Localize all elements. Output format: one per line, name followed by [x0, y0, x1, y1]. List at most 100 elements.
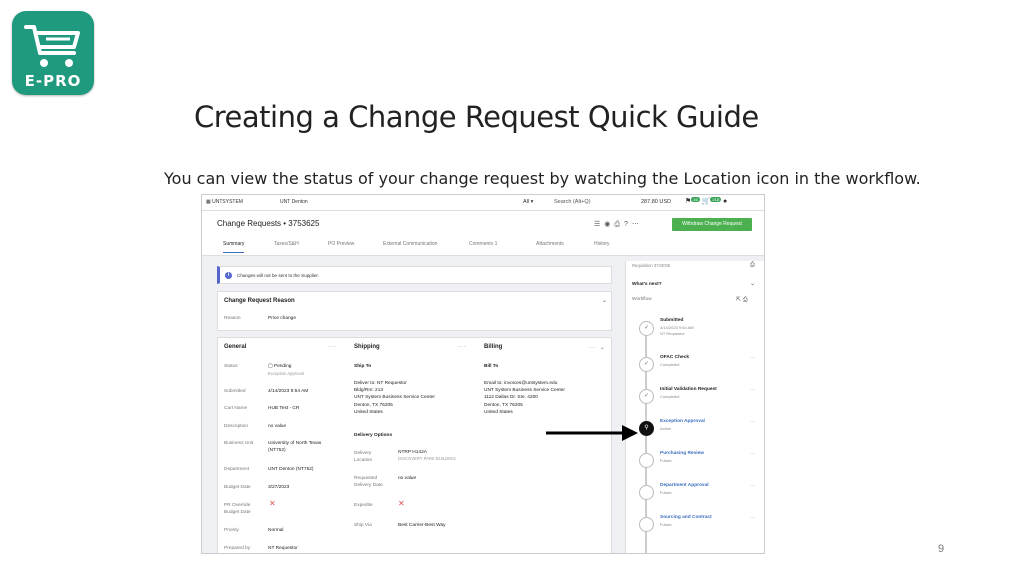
workflow-step-name[interactable]: Exception Approval [660, 419, 705, 424]
bill-to-address: Email to: invoices@untsystem.edu UNT Syst… [484, 381, 565, 415]
help-icon[interactable]: ? [624, 221, 632, 228]
cart-icon[interactable]: 🛒 [702, 198, 711, 205]
cart-name-value: HUB Test - CR [268, 406, 300, 411]
description-value: no value [268, 424, 287, 429]
circle-icon [639, 453, 654, 468]
delivery-location-sub: DISCOVERY PARK BUILDING [398, 456, 456, 461]
general-more-icon[interactable]: ··· [328, 344, 337, 350]
workflow-step-name: Initial Validation Request [660, 387, 717, 392]
user-icon[interactable]: ● [723, 198, 727, 205]
workflow-step-status: Future [660, 458, 672, 463]
department-label: Department [224, 467, 250, 472]
department-value: UNT Denton (NT752) [268, 467, 314, 472]
step-more-icon[interactable]: ··· [750, 483, 755, 489]
workflow-step-status: 4/14/2023 9:54 AM NT Requestor [660, 325, 694, 336]
list-icon[interactable]: ☰ [594, 221, 604, 228]
brand-label[interactable]: ▦ UNTSYSTEM [206, 199, 243, 205]
prepared-by-label: Prepared by [224, 546, 251, 551]
check-icon: ✓ [639, 389, 654, 404]
workflow-step-status: Completed [660, 394, 680, 399]
page-number: 9 [938, 543, 945, 555]
submitted-value: 4/14/2023 9:54 AM [268, 389, 309, 394]
prepared-by-value: NT Requestor [268, 546, 298, 551]
ship-to-title: Ship To [354, 364, 372, 369]
reason-title: Change Request Reason [224, 298, 295, 304]
status-label: Status [224, 364, 238, 369]
delivery-location-label: Delivery Location [354, 451, 373, 464]
workflow-step-status: Future [660, 490, 672, 495]
tab-external-communication[interactable]: External Communication [383, 241, 437, 247]
workflow-panel: Requisition 3743035 ⎙ What's next? ⌄ Wor… [625, 261, 764, 553]
search-scope-select[interactable]: All ▾ [523, 199, 533, 205]
logo-text: E-PRO [24, 72, 82, 90]
info-alert: i Changes will not be sent to the Suppli… [217, 266, 612, 284]
header-tools: ☰◉⎙?⋯ [594, 220, 643, 229]
expedite-label: Expedite [354, 503, 373, 508]
budget-date-label: Budget Date [224, 485, 251, 490]
workflow-step-name: OFAC Check [660, 355, 690, 360]
priority-value: Normal [268, 528, 284, 533]
status-sub: Exception Approval [268, 371, 304, 376]
tab-taxes[interactable]: Taxes/S&H [274, 241, 299, 247]
withdraw-change-request-button[interactable]: Withdraw Change Request [672, 218, 752, 231]
eye-icon[interactable]: ◉ [604, 221, 614, 228]
bill-to-title: Bill To [484, 364, 499, 369]
app-screenshot: ▦ UNTSYSTEM UNT Denton All ▾ Search (Alt… [201, 194, 765, 554]
cart-badge: 218 [710, 197, 722, 202]
billing-title: Billing [484, 344, 503, 350]
slide-subtitle: You can view the status of your change r… [164, 169, 921, 188]
alert-text: Changes will not be sent to the Supplier… [237, 273, 319, 278]
details-card: General ··· Status ▢ Pending Exception A… [217, 337, 612, 553]
billing-more-icon[interactable]: ··· ⌄ [588, 344, 606, 351]
chevron-down-icon[interactable]: ⌄ [602, 297, 607, 304]
requested-delivery-value: no value [398, 476, 417, 481]
change-request-reason-card: Change Request Reason ⌄ Reason Price cha… [217, 291, 612, 331]
workflow-step-status: Active [660, 426, 671, 431]
reason-label: Reason [224, 316, 241, 321]
tab-po-preview[interactable]: PO Preview [328, 241, 354, 247]
shopping-cart-icon [24, 25, 80, 67]
workflow-step-name[interactable]: Sourcing and Contract [660, 515, 712, 520]
notification-badge: 16 [691, 197, 700, 202]
campus-label: UNT Denton [280, 199, 308, 205]
step-more-icon[interactable]: ··· [750, 419, 755, 425]
shipping-title: Shipping [354, 344, 380, 350]
budget-date-value: 3/27/2023 [268, 485, 290, 490]
workflow-step-name[interactable]: Purchasing Review [660, 451, 704, 456]
check-icon: ✓ [639, 357, 654, 372]
requested-delivery-label: Requested Delivery Date [354, 476, 383, 489]
external-link-icon[interactable]: ⇱ ⎙ [736, 296, 748, 304]
requisition-label: Requisition 3743035 [632, 263, 671, 268]
page-header: Change Requests • 3753625 ☰◉⎙?⋯ Withdraw… [202, 211, 764, 256]
search-input[interactable]: Search (Alt+Q) [554, 199, 591, 205]
circle-icon [639, 517, 654, 532]
tab-comments[interactable]: Comments 1 [469, 241, 497, 247]
tab-attachments[interactable]: Attachments [536, 241, 564, 247]
description-label: Description [224, 424, 248, 429]
step-more-icon[interactable]: ··· [750, 451, 755, 457]
step-more-icon[interactable]: ··· [750, 355, 755, 361]
ship-via-value: Best Carrier-Best Way [398, 523, 446, 528]
close-icon: ✕ [269, 499, 276, 508]
workflow-step-name: Submitted [660, 318, 684, 323]
shipping-more-icon[interactable]: ··· [458, 344, 467, 350]
step-more-icon[interactable]: ··· [750, 515, 755, 521]
chevron-down-icon[interactable]: ⌄ [750, 280, 755, 287]
reason-value: Price change [268, 316, 296, 321]
workflow-step-name[interactable]: Department Approval [660, 483, 709, 488]
pr-override-label: PR Override Budget Date [224, 503, 251, 516]
priority-label: Priority [224, 528, 239, 533]
print-icon[interactable]: ⎙ [614, 221, 624, 228]
tab-summary[interactable]: Summary [223, 241, 245, 253]
more-icon[interactable]: ⋯ [632, 221, 643, 228]
top-bar: ▦ UNTSYSTEM UNT Denton All ▾ Search (Alt… [202, 195, 764, 211]
workflow-label: Workflow [632, 297, 652, 302]
cart-amount[interactable]: 287.80 USD [641, 199, 671, 205]
ship-via-label: Ship Via [354, 523, 372, 528]
step-more-icon[interactable]: ··· [750, 387, 755, 393]
workflow-step-status: Future [660, 522, 672, 527]
tab-history[interactable]: History [594, 241, 610, 247]
check-icon: ✓ [639, 321, 654, 336]
circle-icon [639, 485, 654, 500]
print-icon[interactable]: ⎙ [750, 262, 755, 269]
